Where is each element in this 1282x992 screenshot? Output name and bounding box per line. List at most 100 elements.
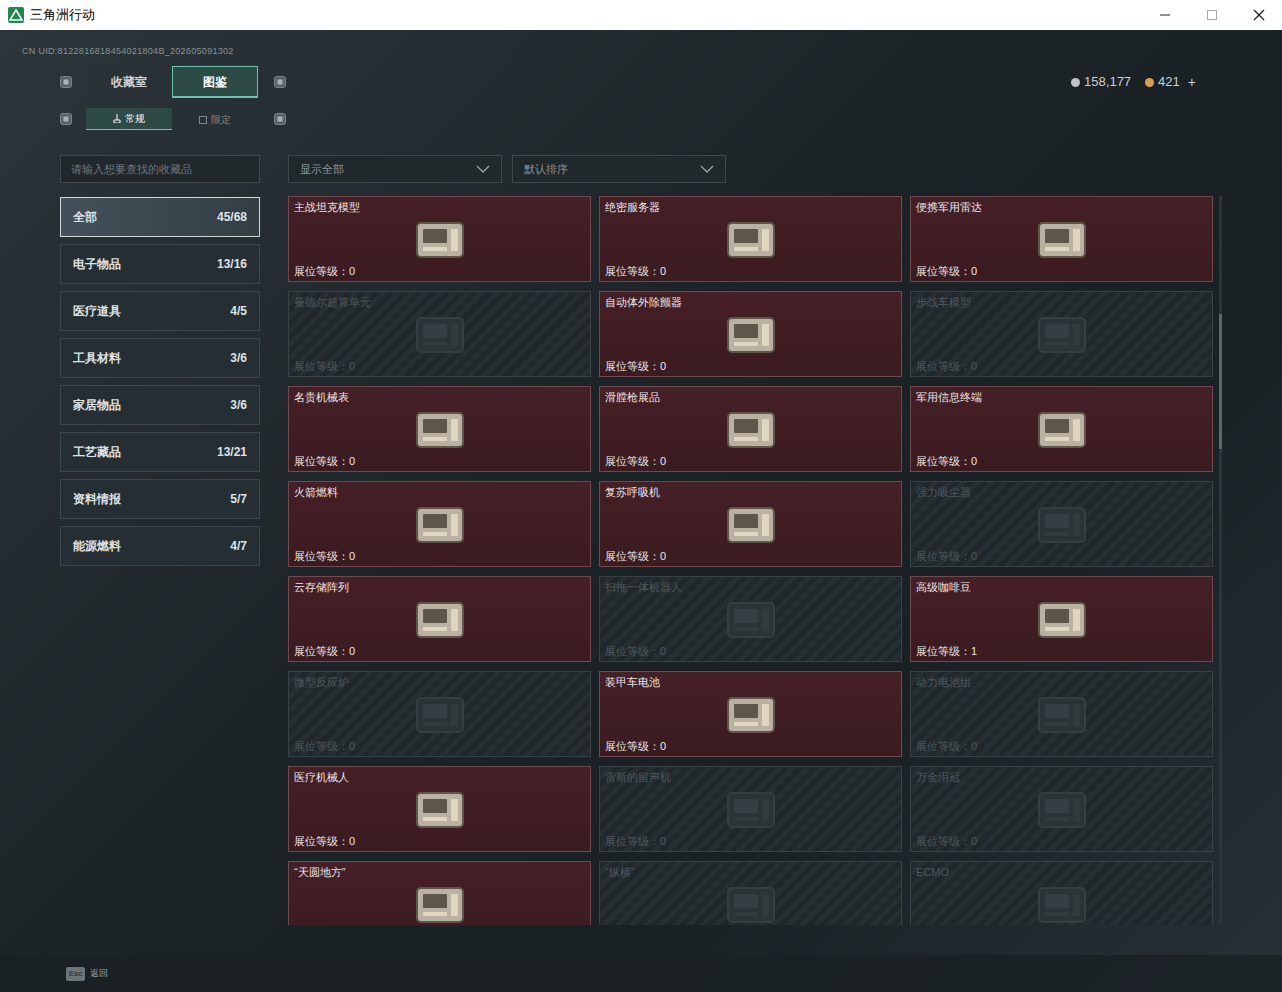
window-title: 三角洲行动 xyxy=(30,5,95,25)
collection-card[interactable]: 火箭燃料展位等级：0 xyxy=(288,481,591,567)
filter-dropdown[interactable]: 默认排序 xyxy=(512,155,726,183)
display-level: 展位等级：0 xyxy=(605,834,896,848)
display-level: 展位等级：0 xyxy=(605,359,896,373)
collection-card[interactable]: 军用信息终端展位等级：0 xyxy=(910,386,1213,472)
window-button[interactable] xyxy=(1141,0,1188,30)
collection-card[interactable]: 复苏呼吸机展位等级：0 xyxy=(599,481,902,567)
collectible-icon xyxy=(1027,211,1097,267)
collection-card[interactable]: 强力吸尘器展位等级：0 xyxy=(910,481,1213,567)
collection-card[interactable]: 微型反应炉展位等级：0 xyxy=(288,671,591,757)
item-name: 强力吸尘器 xyxy=(916,485,1207,499)
item-name: 云存储阵列 xyxy=(294,580,585,594)
category-count: 4/7 xyxy=(230,537,247,555)
collection-card[interactable]: 滑膛枪展品展位等级：0 xyxy=(599,386,902,472)
category-count: 4/5 xyxy=(230,302,247,320)
item-name: 高级咖啡豆 xyxy=(916,580,1207,594)
main-area: 全部45/68 电子物品 13/16 医疗道具4/5 工具材料3/6 家居物品3/6 工艺藏… xyxy=(0,196,1282,925)
filter-dropdown[interactable]: 显示全部 xyxy=(288,155,502,183)
category-item[interactable]: 工具材料3/6 xyxy=(60,338,260,378)
collection-card[interactable]: 医疗机械人展位等级：0 xyxy=(288,766,591,852)
collection-card[interactable]: ECMO xyxy=(910,861,1213,925)
display-level: 展位等级：0 xyxy=(294,739,585,753)
item-name: 主战坦克模型 xyxy=(294,200,585,214)
display-level: 展位等级：0 xyxy=(294,264,585,278)
add-currency-button[interactable]: + xyxy=(1188,72,1196,93)
window-button[interactable] xyxy=(1235,0,1282,30)
collectible-icon xyxy=(1027,496,1097,552)
item-name: 便携军用雷达 xyxy=(916,200,1207,214)
category-name: 工艺藏品 xyxy=(73,443,121,461)
collection-card[interactable]: 便携军用雷达展位等级：0 xyxy=(910,196,1213,282)
subtab[interactable]: 常规 xyxy=(86,108,172,130)
category-count: 13/21 xyxy=(217,443,247,461)
collection-card[interactable]: 动力电池组展位等级：0 xyxy=(910,671,1213,757)
category-item[interactable]: 资料情报5/7 xyxy=(60,479,260,519)
item-name: 万金泪冠 xyxy=(916,770,1207,784)
collectible-icon xyxy=(405,591,475,647)
category-count: 13/16 xyxy=(217,255,247,273)
subtab[interactable]: 限定 xyxy=(172,108,258,130)
collectible-icon xyxy=(716,401,786,457)
collection-card[interactable]: 万金泪冠展位等级：0 xyxy=(910,766,1213,852)
scrollbar[interactable] xyxy=(1219,196,1222,925)
collection-card[interactable]: 绝密服务器展位等级：0 xyxy=(599,196,902,282)
search-field[interactable] xyxy=(60,155,260,183)
category-item[interactable]: 医疗道具4/5 xyxy=(60,291,260,331)
category-item[interactable]: 工艺藏品 13/21 xyxy=(60,432,260,472)
collectible-icon xyxy=(716,686,786,742)
tabs-row: 收藏室图鉴 158,177 421 + xyxy=(0,66,1282,98)
display-level: 展位等级：0 xyxy=(916,264,1207,278)
collection-card[interactable]: 自动体外除颤器展位等级：0 xyxy=(599,291,902,377)
currency-amount: 421 xyxy=(1158,72,1180,92)
collection-card[interactable]: 扫拖一体机器人展位等级：0 xyxy=(599,576,902,662)
tab[interactable]: 图鉴 xyxy=(172,66,258,98)
collection-card[interactable]: 主战坦克模型展位等级：0 xyxy=(288,196,591,282)
footer-bar: Esc 返回 xyxy=(0,955,1282,992)
collectible-icon xyxy=(716,306,786,362)
chevron-down-icon xyxy=(476,165,490,173)
item-name: 雷斯的留声机 xyxy=(605,770,896,784)
display-level: 展位等级：0 xyxy=(916,834,1207,848)
display-level: 展位等级：1 xyxy=(916,644,1207,658)
key-hint-icon xyxy=(60,76,72,88)
category-item[interactable]: 电子物品 13/16 xyxy=(60,244,260,284)
collection-card[interactable]: “天圆地方” xyxy=(288,861,591,925)
window-button[interactable] xyxy=(1188,0,1235,30)
display-level: 展位等级：0 xyxy=(294,644,585,658)
esc-key[interactable]: Esc xyxy=(66,967,85,981)
category-list: 全部45/68 电子物品 13/16 医疗道具4/5 工具材料3/6 家居物品3/6 工艺藏… xyxy=(60,196,260,925)
key-hint-icon xyxy=(274,76,286,88)
collection-card[interactable]: 装甲车电池展位等级：0 xyxy=(599,671,902,757)
collection-card[interactable]: 步战车模型展位等级：0 xyxy=(910,291,1213,377)
key-hint-icon xyxy=(60,113,72,125)
item-name: 微型反应炉 xyxy=(294,675,585,689)
category-count: 3/6 xyxy=(230,396,247,414)
scroll-thumb[interactable] xyxy=(1219,314,1222,449)
dropdown-label: 默认排序 xyxy=(524,161,568,178)
collection-card[interactable]: 云存储阵列展位等级：0 xyxy=(288,576,591,662)
category-item[interactable]: 能源燃料 4/7 xyxy=(60,526,260,566)
back-label[interactable]: 返回 xyxy=(90,967,108,981)
collectible-icon xyxy=(405,876,475,925)
coin-icon xyxy=(1071,78,1080,87)
tab[interactable]: 收藏室 xyxy=(86,66,172,98)
collection-card[interactable]: 雷斯的留声机展位等级：0 xyxy=(599,766,902,852)
currency: 158,177 xyxy=(1071,72,1131,92)
category-name: 电子物品 xyxy=(73,255,121,273)
collection-card[interactable]: 曼德尔超算单元展位等级：0 xyxy=(288,291,591,377)
display-level: 展位等级：0 xyxy=(605,549,896,563)
app-logo-icon xyxy=(8,7,24,23)
collection-card[interactable]: “纵横” xyxy=(599,861,902,925)
category-name: 能源燃料 xyxy=(73,537,121,555)
display-level: 展位等级：0 xyxy=(605,644,896,658)
category-item[interactable]: 家居物品3/6 xyxy=(60,385,260,425)
collection-card[interactable]: 高级咖啡豆展位等级：1 xyxy=(910,576,1213,662)
title-bar: 三角洲行动 xyxy=(0,0,1282,30)
subtab-bar: 常规限定 xyxy=(86,108,258,130)
category-item[interactable]: 全部45/68 xyxy=(60,197,260,237)
collection-card[interactable]: 名贵机械表展位等级：0 xyxy=(288,386,591,472)
regular-icon xyxy=(113,114,121,123)
window-controls xyxy=(1141,0,1282,30)
collection-grid: 主战坦克模型展位等级：0绝密服务器展位等级：0便携军用雷达展位等级：0曼德尔超算… xyxy=(288,196,1213,925)
collectible-icon xyxy=(716,781,786,837)
